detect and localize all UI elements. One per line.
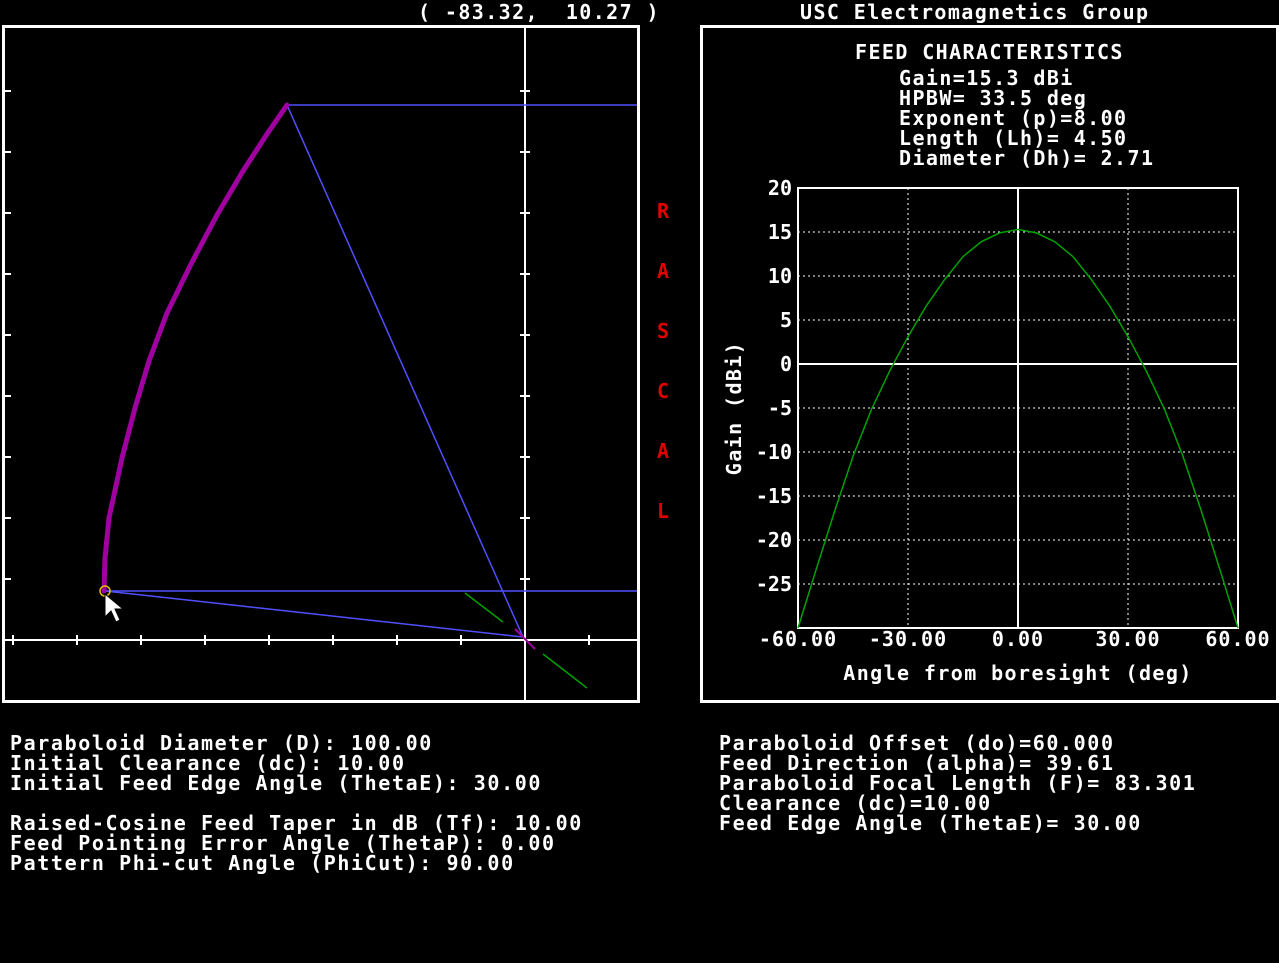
feed-exponent: Exponent (p)=8.00	[899, 106, 1128, 130]
y-axis-label: Gain (dBi)	[722, 341, 746, 475]
feed-hpbw: HPBW= 33.5 deg	[899, 86, 1088, 110]
param-diameter: Paraboloid Diameter (D): 100.00	[10, 731, 433, 755]
y-tick-2: 10	[768, 264, 792, 288]
feed-characteristics-panel: FEED CHARACTERISTICS Gain=15.3 dBi HPBW=…	[700, 25, 1279, 703]
x-tick-3: 30.00	[1095, 627, 1160, 651]
rascal-letter-2: A	[657, 259, 670, 283]
y-tick-4: 0	[780, 352, 792, 376]
y-tick-0: 20	[768, 176, 792, 200]
result-clearance: Clearance (dc)=10.00	[719, 791, 992, 815]
param-feed-taper: Raised-Cosine Feed Taper in dB (Tf): 10.…	[10, 811, 583, 835]
y-tick-labels: 20 15 10 5 0 -5 -10 -15 -20 -25	[756, 176, 792, 596]
rascal-letter-3: S	[657, 319, 670, 343]
feed-pattern-chart: 20 15 10 5 0 -5 -10 -15 -20 -25 -60.00 -30.00 0.00 3…	[722, 176, 1270, 685]
y-tick-8: -20	[756, 528, 792, 552]
param-pointing-error: Feed Pointing Error Angle (ThetaP): 0.00	[10, 831, 556, 855]
feed-axis-lower	[542, 653, 588, 689]
rascal-letter-5: A	[657, 439, 670, 463]
x-tick-1: -30.00	[869, 627, 947, 651]
param-initial-clearance: Initial Clearance (dc): 10.00	[10, 751, 406, 775]
x-tick-0: -60.00	[759, 627, 837, 651]
y-tick-9: -25	[756, 572, 792, 596]
x-tick-2: 0.00	[992, 627, 1044, 651]
bottom-ray-to-feed	[104, 590, 524, 638]
y-tick-3: 5	[780, 308, 792, 332]
result-offset: Paraboloid Offset (do)=60.000	[719, 731, 1115, 755]
param-feed-edge-angle: Initial Feed Edge Angle (ThetaE): 30.00	[10, 771, 542, 795]
result-focal-length: Paraboloid Focal Length (F)= 83.301	[719, 771, 1197, 795]
cursor-coordinates: ( -83.32, 10.27 )	[418, 0, 660, 24]
feed-diameter: Diameter (Dh)= 2.71	[899, 146, 1155, 170]
chart-grid	[798, 188, 1238, 628]
feed-length: Length (Lh)= 4.50	[899, 126, 1128, 150]
axis-ticks	[5, 90, 590, 645]
x-tick-labels: -60.00 -30.00 0.00 30.00 60.00	[759, 627, 1270, 651]
y-tick-7: -15	[756, 484, 792, 508]
rascal-letter-1: R	[657, 199, 670, 223]
feed-axis-upper	[464, 592, 504, 623]
param-phi-cut: Pattern Phi-cut Angle (PhiCut): 90.00	[10, 851, 515, 875]
y-tick-6: -10	[756, 440, 792, 464]
result-feed-direction: Feed Direction (alpha)= 39.61	[719, 751, 1115, 775]
top-ray-to-feed	[286, 104, 524, 638]
result-edge-angle: Feed Edge Angle (ThetaE)= 30.00	[719, 811, 1142, 835]
rascal-letter-4: C	[657, 379, 670, 403]
feed-gain: Gain=15.3 dBi	[899, 66, 1074, 90]
x-axis-label: Angle from boresight (deg)	[843, 661, 1192, 685]
feed-title: FEED CHARACTERISTICS	[855, 40, 1124, 64]
y-tick-1: 15	[768, 220, 792, 244]
geometry-view[interactable]	[5, 28, 637, 700]
x-tick-4: 60.00	[1205, 627, 1270, 651]
mouse-cursor-icon	[104, 592, 125, 623]
reflector-curve	[101, 102, 290, 594]
group-name: USC Electromagnetics Group	[800, 0, 1150, 24]
geometry-panel[interactable]	[2, 25, 640, 703]
rascal-letter-6: L	[657, 499, 670, 523]
y-tick-5: -5	[768, 396, 792, 420]
